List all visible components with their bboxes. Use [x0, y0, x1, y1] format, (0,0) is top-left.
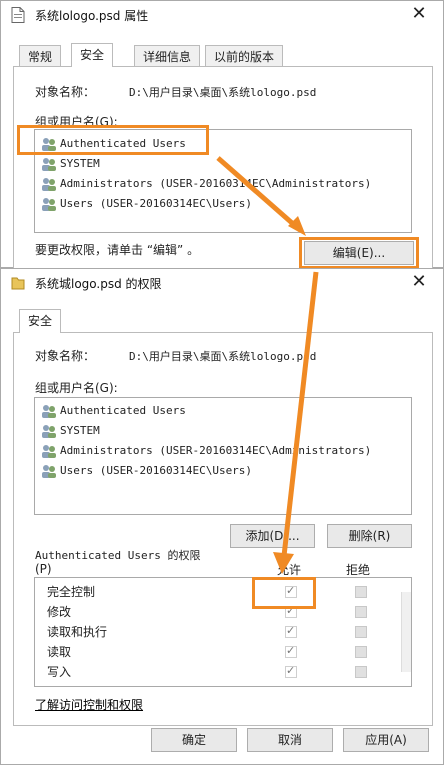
user-listbox[interactable]: Authenticated Users SYSTEM Administrator… [34, 397, 412, 515]
user-name: SYSTEM [60, 157, 100, 170]
checkmark-icon: ✓ [286, 624, 296, 637]
user-item[interactable]: Administrators (USER-20160314EC\Administ… [41, 442, 371, 460]
deny-checkbox[interactable] [355, 606, 367, 618]
user-item[interactable]: Authenticated Users [41, 402, 186, 420]
permission-name: 修改 [47, 605, 72, 619]
permissions-window: 系统城logo.psd 的权限 ✕ 安全 对象名称： D:\用户目录\桌面\系统… [0, 268, 444, 765]
allow-checkbox[interactable]: ✓ [285, 624, 297, 638]
highlight-full-control-allow [252, 577, 316, 609]
user-name: SYSTEM [60, 424, 100, 437]
users-icon [42, 158, 56, 171]
permission-name: 读取和执行 [47, 625, 108, 639]
permission-name: 读取 [47, 645, 72, 659]
allow-checkbox[interactable]: ✓ [285, 644, 297, 658]
ok-button[interactable]: 确定 [151, 728, 237, 752]
object-name-value: D:\用户目录\桌面\系统lologo.psd [129, 86, 317, 99]
permissions-titlebar: 系统城logo.psd 的权限 ✕ [1, 269, 443, 297]
permission-name: 完全控制 [47, 585, 96, 599]
folder-icon [11, 277, 25, 290]
users-icon [42, 405, 56, 418]
permission-row: 完全控制 [47, 582, 95, 602]
tab-details[interactable]: 详细信息 [134, 45, 201, 67]
object-name-label: 对象名称： [35, 85, 96, 99]
users-icon [42, 465, 56, 478]
properties-titlebar: 系统lologo.psd 属性 ✕ [1, 1, 443, 29]
remove-button[interactable]: 删除(R) [327, 524, 412, 548]
user-name: Administrators (USER-20160314EC\Administ… [60, 177, 372, 190]
user-item[interactable]: Users (USER-20160314EC\Users) [41, 462, 252, 480]
checkmark-icon: ✓ [286, 664, 296, 677]
object-name-label: 对象名称： [35, 349, 96, 363]
allow-header: 允许 [277, 563, 302, 577]
user-item[interactable]: Users (USER-20160314EC\Users) [41, 195, 252, 213]
apply-button[interactable]: 应用(A) [343, 728, 429, 752]
permissions-scrollbar[interactable] [401, 592, 411, 672]
permission-row: 写入 [47, 662, 71, 682]
permissions-title: Authenticated Users 的权限 [35, 549, 201, 562]
user-item[interactable]: Administrators (USER-20160314EC\Administ… [41, 175, 371, 193]
permission-row: 读取和执行 [47, 622, 107, 642]
users-icon [42, 178, 56, 191]
allow-checkbox[interactable]: ✓ [285, 664, 297, 678]
tab-previous-versions[interactable]: 以前的版本 [205, 45, 284, 67]
user-name: Administrators (USER-20160314EC\Administ… [60, 444, 372, 457]
tab-security[interactable]: 安全 [19, 309, 62, 333]
highlight-authenticated-users [17, 125, 209, 155]
group-label: 组或用户名(G): [35, 381, 118, 395]
highlight-edit-button [299, 237, 419, 269]
window-title: 系统lologo.psd 属性 [35, 9, 149, 23]
permission-name: 写入 [47, 665, 72, 679]
deny-checkbox[interactable] [355, 626, 367, 638]
permissions-table: 完全控制 修改 读取和执行 读取 写入 ✓ ✓ ✓ ✓ ✓ [34, 577, 412, 687]
permission-row: 修改 [47, 602, 71, 622]
user-name: Authenticated Users [60, 404, 186, 417]
user-item[interactable]: SYSTEM [41, 155, 100, 173]
learn-more-link[interactable]: 了解访问控制和权限 [35, 696, 143, 713]
deny-header: 拒绝 [346, 563, 371, 577]
deny-checkbox[interactable] [355, 586, 367, 598]
deny-checkbox[interactable] [355, 646, 367, 658]
users-icon [42, 445, 56, 458]
tab-general[interactable]: 常规 [19, 45, 62, 67]
checkmark-icon: ✓ [286, 644, 296, 657]
users-icon [42, 198, 56, 211]
permission-row: 读取 [47, 642, 71, 662]
permissions-title-accesskey: (P) [35, 562, 52, 576]
tab-security[interactable]: 安全 [71, 43, 114, 67]
user-name: Users (USER-20160314EC\Users) [60, 197, 253, 210]
users-icon [42, 425, 56, 438]
user-name: Users (USER-20160314EC\Users) [60, 464, 253, 477]
change-permissions-text: 要更改权限，请单击 “编辑” 。 [35, 243, 200, 257]
document-icon [11, 7, 25, 23]
window-title: 系统城logo.psd 的权限 [35, 277, 162, 291]
close-icon[interactable]: ✕ [409, 272, 429, 292]
cancel-button[interactable]: 取消 [247, 728, 333, 752]
close-icon[interactable]: ✕ [409, 4, 429, 24]
deny-checkbox[interactable] [355, 666, 367, 678]
object-name-value: D:\用户目录\桌面\系统lologo.psd [129, 350, 317, 363]
add-button[interactable]: 添加(D)... [230, 524, 315, 548]
user-item[interactable]: SYSTEM [41, 422, 100, 440]
properties-window: 系统lologo.psd 属性 ✕ 常规 安全 详细信息 以前的版本 对象名称：… [0, 0, 444, 269]
